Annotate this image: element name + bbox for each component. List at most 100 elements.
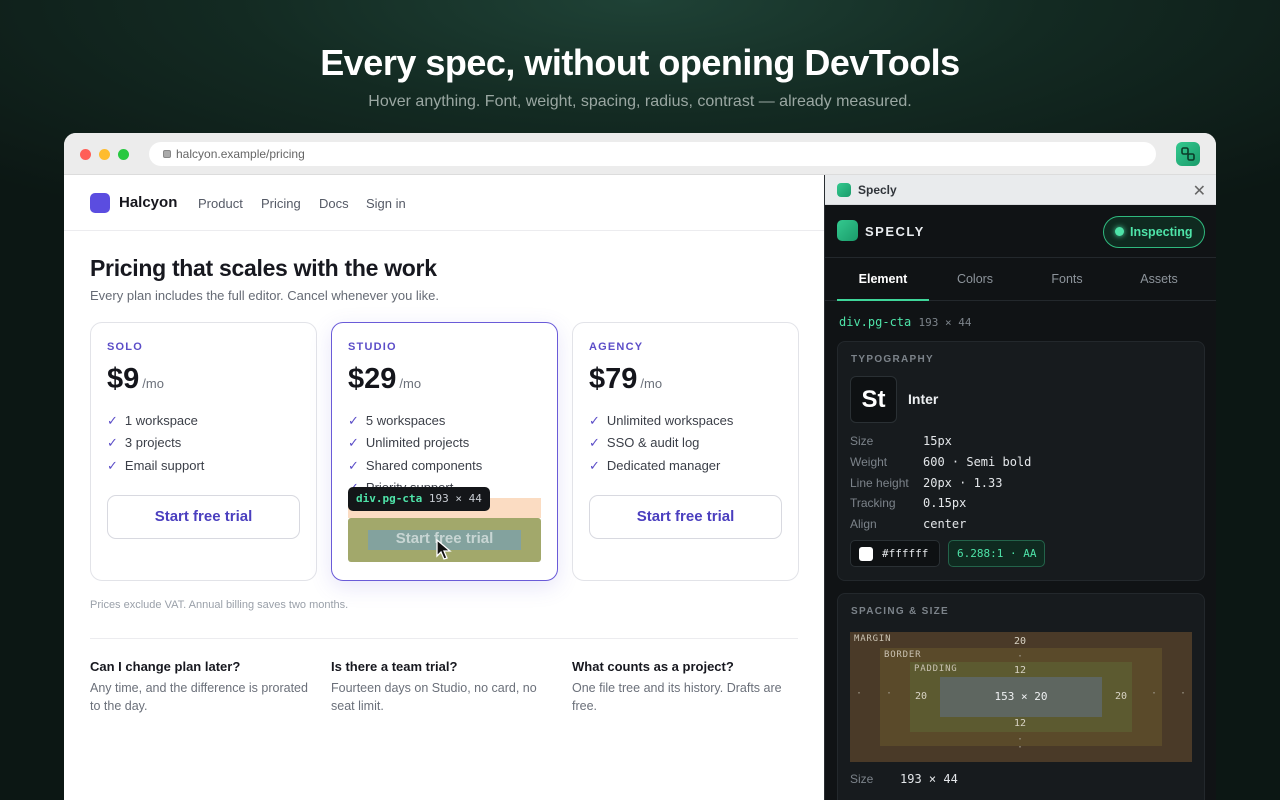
plan-feature: ✓ Email support — [107, 458, 205, 473]
spec-value[interactable]: 0.15px — [923, 496, 966, 510]
padding-right-value: 20 — [1115, 691, 1128, 702]
contrast-badge[interactable]: 6.288:1 · AA — [948, 540, 1046, 567]
margin-left-value: · — [856, 688, 863, 699]
specly-extension-button[interactable] — [1176, 142, 1200, 166]
typography-section: TYPOGRAPHY St Inter Size 15px Weight 600… — [837, 341, 1205, 581]
address-bar[interactable]: halcyon.example/pricing — [149, 142, 1156, 166]
box-model-content: 153 × 20 — [940, 677, 1102, 717]
text-color-chip[interactable]: #ffffff — [850, 540, 940, 567]
faq-answer: One file tree and its history. Drafts ar… — [572, 681, 782, 713]
site-nav: Halcyon Product Pricing Docs Sign in — [64, 175, 824, 231]
box-model-border: BORDER · · · · PADDING 12 20 20 12 153 ×… — [880, 648, 1162, 746]
check-icon: ✓ — [107, 413, 118, 428]
check-icon: ✓ — [107, 435, 118, 450]
border-top-value: · — [1017, 651, 1024, 662]
faq-question: Can I change plan later? — [90, 659, 241, 674]
close-window-button[interactable] — [80, 149, 91, 160]
tooltip-size: 193 × 44 — [428, 492, 482, 505]
nav-link-pricing[interactable]: Pricing — [261, 196, 301, 211]
plan-feature: ✓ 3 projects — [107, 435, 182, 450]
section-title: TYPOGRAPHY — [851, 354, 935, 365]
check-icon: ✓ — [348, 413, 359, 428]
check-icon: ✓ — [589, 413, 600, 428]
padding-bottom-value: 12 — [1014, 718, 1027, 729]
inspecting-toggle[interactable]: Inspecting — [1103, 216, 1205, 248]
faq-question: Is there a team trial? — [331, 659, 458, 674]
divider — [90, 638, 798, 639]
spec-key: Tracking — [850, 496, 896, 510]
start-trial-button-agency[interactable]: Start free trial — [589, 495, 782, 539]
url-text: halcyon.example/pricing — [176, 147, 305, 161]
spec-value[interactable]: 20px · 1.33 — [923, 476, 1002, 490]
spec-value[interactable]: center — [923, 517, 966, 531]
nav-link-product[interactable]: Product — [198, 196, 243, 211]
hero-title: Every spec, without opening DevTools — [320, 42, 960, 83]
specly-panel: Specly ✕ SPECLY Inspecting Element Color… — [824, 175, 1216, 800]
specly-logo-icon — [837, 183, 851, 197]
hero-subtitle: Hover anything. Font, weight, spacing, r… — [368, 93, 912, 110]
panel-header-title: Specly — [858, 183, 897, 197]
tab-element[interactable]: Element — [837, 258, 929, 301]
browser-chrome: halcyon.example/pricing — [64, 133, 1216, 175]
price-period: /mo — [399, 376, 422, 391]
page-lead: Every plan includes the full editor. Can… — [90, 288, 440, 303]
color-swatch — [859, 547, 873, 561]
spec-value[interactable]: 15px — [923, 434, 952, 448]
spec-key: Align — [850, 517, 877, 531]
plan-feature: ✓ Unlimited projects — [348, 435, 470, 450]
plan-feature: ✓ Shared components — [348, 458, 483, 473]
price-amount: $79 — [589, 363, 638, 395]
size-value[interactable]: 193 × 44 — [900, 772, 958, 786]
faq-answer: Fourteen days on Studio, no card, no sea… — [331, 681, 537, 713]
panel-brand: SPECLY — [865, 224, 925, 239]
tooltip-selector: div.pg-cta — [356, 492, 423, 505]
border-right-value: · — [1151, 688, 1158, 699]
tab-fonts[interactable]: Fonts — [1021, 258, 1113, 301]
size-key: Size — [850, 772, 874, 786]
spacing-section: SPACING & SIZE MARGIN 20 · · · BORDER · … — [837, 593, 1205, 800]
spec-key: Size — [850, 434, 874, 448]
plan-price: $29/mo — [348, 363, 421, 396]
plan-tier: STUDIO — [348, 341, 397, 353]
start-trial-button-solo[interactable]: Start free trial — [107, 495, 300, 539]
tab-assets[interactable]: Assets — [1113, 258, 1205, 301]
inspecting-label: Inspecting — [1130, 225, 1193, 239]
plan-price: $9/mo — [107, 363, 164, 396]
border-bottom-value: · — [1017, 734, 1024, 745]
check-icon: ✓ — [348, 435, 359, 450]
website-page: Halcyon Product Pricing Docs Sign in Pri… — [64, 175, 824, 800]
plan-feature: ✓ Unlimited workspaces — [589, 413, 734, 428]
maximize-window-button[interactable] — [118, 149, 129, 160]
spec-key: Line height — [850, 476, 909, 490]
box-model-padding: PADDING 12 20 20 12 153 × 20 — [910, 662, 1132, 732]
price-period: /mo — [640, 376, 663, 391]
status-dot-icon — [1115, 227, 1124, 236]
border-left-value: · — [886, 688, 893, 699]
check-icon: ✓ — [348, 458, 359, 473]
minimize-window-button[interactable] — [99, 149, 110, 160]
plan-card-agency: AGENCY $79/mo ✓ Unlimited workspaces ✓ SSO… — [572, 322, 799, 581]
tab-colors[interactable]: Colors — [929, 258, 1021, 301]
close-icon[interactable]: ✕ — [1193, 181, 1206, 201]
halcyon-logo-icon[interactable] — [90, 193, 110, 213]
specly-logo-icon — [1181, 147, 1195, 161]
selector-size: 193 × 44 — [918, 316, 972, 329]
padding-top-value: 12 — [1014, 665, 1027, 676]
plan-card-studio: STUDIO $29/mo ✓ 5 workspaces ✓ Unlimited p… — [331, 322, 558, 581]
nav-link-sign-in[interactable]: Sign in — [366, 196, 406, 211]
faq-answer: Any time, and the difference is prorated… — [90, 681, 308, 713]
price-amount: $29 — [348, 363, 397, 395]
check-icon: ✓ — [107, 458, 118, 473]
nav-link-docs[interactable]: Docs — [319, 196, 349, 211]
panel-header: Specly ✕ — [825, 175, 1216, 205]
section-title: SPACING & SIZE — [851, 606, 950, 617]
plan-tier: SOLO — [107, 341, 143, 353]
font-sample: St — [850, 376, 897, 423]
selected-element: div.pg-cta 193 × 44 — [839, 315, 971, 329]
page-title: Pricing that scales with the work — [90, 255, 437, 281]
site-brand[interactable]: Halcyon — [119, 194, 177, 211]
price-amount: $9 — [107, 363, 140, 395]
padding-left-value: 20 — [915, 691, 928, 702]
padding-label: PADDING — [914, 664, 958, 674]
spec-value[interactable]: 600 · Semi bold — [923, 455, 1031, 469]
